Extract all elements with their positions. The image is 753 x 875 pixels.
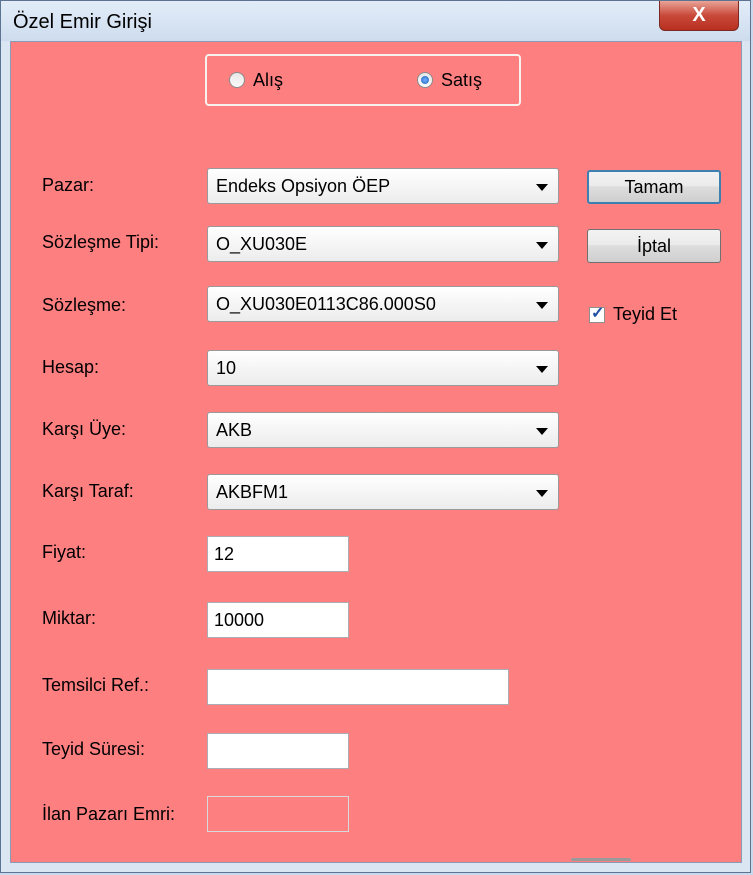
sozlesme-select[interactable]: O_XU030E0113C86.000S0 bbox=[207, 286, 559, 322]
pazar-value: Endeks Opsiyon ÖEP bbox=[216, 176, 391, 196]
form-panel: Alış Satış Pazar: Endeks Opsiyon ÖEP Söz… bbox=[10, 41, 742, 863]
chevron-down-icon bbox=[536, 490, 548, 497]
ok-button[interactable]: Tamam bbox=[587, 170, 721, 204]
sozlesme-value: O_XU030E0113C86.000S0 bbox=[216, 294, 436, 314]
karsi-taraf-label: Karşı Taraf: bbox=[42, 481, 134, 501]
hesap-value: 10 bbox=[216, 358, 237, 378]
order-entry-window: Özel Emir Girişi X Alış Satış Pazar: End… bbox=[0, 0, 751, 873]
karsi-taraf-select[interactable]: AKBFM1 bbox=[207, 474, 559, 510]
teyid-et-label: Teyid Et bbox=[613, 304, 678, 324]
hesap-select[interactable]: 10 bbox=[207, 350, 559, 386]
karsi-uye-value: AKB bbox=[216, 420, 253, 440]
radio-satis[interactable]: Satış bbox=[417, 68, 482, 92]
radio-alis-label: Alış bbox=[253, 69, 284, 90]
ilan-pazari-emri-input bbox=[207, 796, 349, 832]
chevron-down-icon bbox=[536, 428, 548, 435]
sozlesme-tipi-label: Sözleşme Tipi: bbox=[42, 232, 160, 252]
miktar-label: Miktar: bbox=[42, 608, 96, 628]
chevron-down-icon bbox=[536, 302, 548, 309]
temsilci-ref-input[interactable] bbox=[207, 669, 509, 705]
ilan-pazari-emri-label: İlan Pazarı Emri: bbox=[42, 804, 176, 824]
temsilci-ref-label: Temsilci Ref.: bbox=[42, 675, 150, 695]
hesap-label: Hesap: bbox=[42, 357, 100, 377]
radio-satis-label: Satış bbox=[441, 69, 483, 90]
teyid-et-checkbox[interactable]: Teyid Et bbox=[589, 303, 678, 325]
karsi-taraf-value: AKBFM1 bbox=[216, 482, 289, 502]
pazar-label: Pazar: bbox=[42, 175, 95, 195]
title-bar[interactable]: Özel Emir Girişi X bbox=[1, 1, 750, 41]
window-title: Özel Emir Girişi bbox=[13, 11, 152, 33]
resize-grip bbox=[571, 858, 631, 861]
radio-alis[interactable]: Alış bbox=[229, 68, 283, 92]
fiyat-label: Fiyat: bbox=[42, 542, 87, 562]
side-radio-group: Alış Satış bbox=[205, 54, 521, 106]
sozlesme-tipi-select[interactable]: O_XU030E bbox=[207, 226, 559, 262]
pazar-select[interactable]: Endeks Opsiyon ÖEP bbox=[207, 168, 559, 204]
radio-alis-indicator bbox=[229, 72, 245, 88]
chevron-down-icon bbox=[536, 366, 548, 373]
fiyat-input[interactable]: 12 bbox=[207, 536, 349, 572]
karsi-uye-select[interactable]: AKB bbox=[207, 412, 559, 448]
teyid-suresi-input[interactable] bbox=[207, 733, 349, 769]
karsi-uye-label: Karşı Üye: bbox=[42, 419, 127, 439]
cancel-button[interactable]: İptal bbox=[587, 229, 721, 263]
chevron-down-icon bbox=[536, 242, 548, 249]
miktar-input[interactable]: 10000 bbox=[207, 602, 349, 638]
chevron-down-icon bbox=[536, 184, 548, 191]
sozlesme-label: Sözleşme: bbox=[42, 295, 127, 315]
sozlesme-tipi-value: O_XU030E bbox=[216, 234, 308, 254]
radio-satis-indicator bbox=[417, 72, 433, 88]
teyid-suresi-label: Teyid Süresi: bbox=[42, 739, 146, 759]
close-button[interactable]: X bbox=[659, 1, 739, 31]
checkbox-checked-icon bbox=[589, 303, 605, 323]
